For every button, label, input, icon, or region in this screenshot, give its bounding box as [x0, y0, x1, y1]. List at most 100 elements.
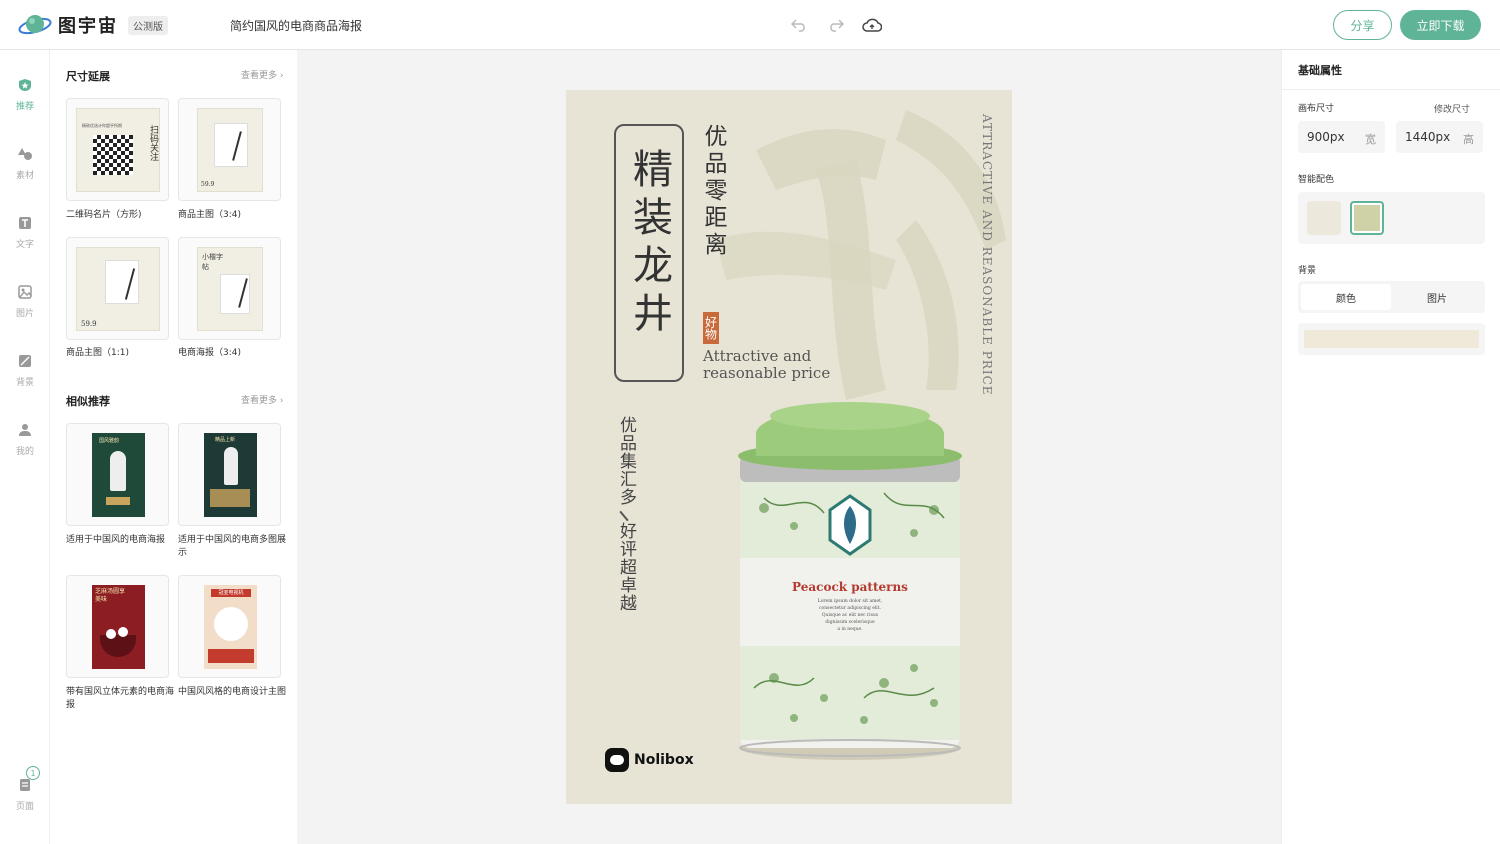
product-image [210, 489, 250, 507]
similar-thumb-4[interactable]: 冠亚电视机 [178, 575, 281, 678]
tea-can-image[interactable]: Peacock patterns Lorem ipsum dolor sit a… [734, 398, 966, 764]
product-image [106, 497, 130, 505]
document-title[interactable]: 简约国风的电商商品海报 [230, 17, 362, 34]
properties-panel: 基础属性 画布尺寸 修改尺寸 900px 宽 1440px 高 智能配色 背景 … [1281, 50, 1500, 844]
star-shield-icon [16, 76, 34, 94]
rail-item-pages[interactable]: 1 页面 [0, 766, 50, 820]
brand-name: Nolibox [634, 752, 694, 768]
size-thumb-caption: 电商海报（3:4) [178, 348, 241, 358]
product-image [214, 607, 248, 641]
size-thumb-product-11[interactable]: 59.9 [66, 237, 169, 340]
ball-image [118, 627, 128, 637]
similar-recommend-more-link[interactable]: 查看更多 › [241, 393, 284, 406]
nolibox-logo-icon [605, 748, 629, 772]
shapes-icon [16, 145, 34, 163]
tab-bg-image[interactable]: 图片 [1392, 284, 1482, 310]
can-brand-text: Peacock patterns [792, 580, 908, 594]
width-field[interactable]: 900px 宽 [1298, 121, 1385, 153]
thumb-title: 国风雅韵 [99, 438, 120, 444]
text-icon [16, 214, 34, 232]
similar-thumb-caption: 适用于中国风的电商多图展示 [178, 535, 287, 558]
canvas-size-label: 画布尺寸 [1298, 104, 1335, 114]
thumb-title: 小楷字帖 [202, 253, 223, 271]
similar-thumb-caption: 适用于中国风的电商海报 [66, 535, 166, 545]
redo-icon[interactable] [826, 15, 846, 35]
rail-label: 文字 [15, 240, 34, 250]
rail-item-mine[interactable]: 我的 [0, 415, 50, 465]
pages-icon: 1 [16, 766, 40, 794]
rail-item-background[interactable]: 背景 [0, 346, 50, 396]
can-lorem-text: Lorem ipsum dolor sit amet, consectetur … [734, 598, 966, 633]
logo[interactable]: 图宇宙 公测版 [18, 12, 168, 38]
size-thumb-poster-34[interactable]: 小楷字帖 [178, 237, 281, 340]
size-extension-more-link[interactable]: 查看更多 › [241, 68, 284, 81]
figure-image [224, 447, 238, 485]
smart-color-label: 智能配色 [1298, 175, 1335, 185]
can-lorem-line: consectetur adipiscing elit. [819, 606, 881, 611]
slogan-separator [619, 510, 629, 522]
size-extension-title: 尺寸延展 [66, 70, 110, 83]
thumb-price: 59.9 [81, 320, 97, 328]
english-tagline[interactable]: Attractive and reasonable price [703, 348, 830, 382]
color-swatch-1[interactable] [1307, 201, 1341, 235]
thumb-title: 芝麻汤圆享美味 [95, 588, 126, 603]
size-thumb-caption: 商品主图（1:1) [66, 348, 129, 358]
left-nav-rail: 推荐 素材 文字 图片 背景 我的 1 页面 [0, 50, 50, 844]
thumb-preview: 精品上新 [204, 433, 257, 517]
thumb-preview: 国风雅韵 [92, 433, 145, 517]
rail-item-recommend[interactable]: 推荐 [0, 70, 50, 120]
qr-code-image [93, 135, 133, 175]
smart-color-palette [1298, 192, 1485, 244]
undo-icon[interactable] [789, 15, 809, 35]
rail-label: 背景 [15, 378, 34, 388]
poster-canvas[interactable]: 精装龙井 优品零距离 好物 Attractive and reasonable … [566, 90, 1012, 804]
red-seal[interactable]: 好物 [703, 312, 719, 344]
size-thumb-product-34[interactable]: 59.9 [178, 98, 281, 201]
rail-label: 我的 [15, 447, 34, 457]
thumb-card [105, 260, 139, 304]
width-value: 900px [1307, 130, 1345, 144]
rail-label: 推荐 [15, 102, 34, 112]
rail-label: 素材 [15, 171, 34, 181]
background-color-field[interactable] [1298, 323, 1485, 355]
height-unit: 高 [1463, 133, 1474, 146]
tab-bg-color[interactable]: 颜色 [1301, 284, 1391, 310]
change-size-link[interactable]: 修改尺寸 [1434, 102, 1470, 115]
thumb-preview: 小楷字帖 [197, 247, 263, 331]
thumb-preview: 芝麻汤圆享美味 [92, 585, 145, 669]
height-field[interactable]: 1440px 高 [1396, 121, 1483, 153]
more-label: 查看更多 [241, 71, 278, 81]
app-name: 图宇宙 [58, 16, 118, 37]
main-title[interactable]: 精装龙井 [624, 148, 674, 340]
vertical-english-text[interactable]: ATTRACTIVE AND REASONABLE PRICE [980, 114, 994, 396]
similar-thumb-3[interactable]: 芝麻汤圆享美味 [66, 575, 169, 678]
slogan-1[interactable]: 优品集汇多 [616, 416, 636, 506]
slogan-2[interactable]: 好评超卓越 [616, 522, 636, 612]
similar-recommend-title: 相似推荐 [66, 395, 110, 408]
size-thumb-qrcode[interactable]: 精致优选计你超乎所期 扫码关注 [66, 98, 169, 201]
thumb-title: 冠亚电视机 [211, 589, 251, 597]
pages-count-badge: 1 [26, 766, 40, 780]
rail-item-materials[interactable]: 素材 [0, 139, 50, 189]
brand-logo[interactable]: Nolibox [605, 748, 694, 772]
download-button[interactable]: 立即下载 [1400, 10, 1481, 40]
subtitle[interactable]: 优品零距离 [700, 124, 726, 259]
rail-label: 图片 [15, 309, 34, 319]
more-label: 查看更多 [241, 396, 278, 406]
background-type-toggle: 颜色 图片 [1298, 281, 1485, 313]
rail-item-text[interactable]: 文字 [0, 208, 50, 258]
cloud-save-icon[interactable] [862, 15, 882, 35]
color-swatch-2-selected[interactable] [1350, 201, 1384, 235]
ball-image [106, 629, 116, 639]
share-button[interactable]: 分享 [1333, 10, 1392, 40]
similar-thumb-1[interactable]: 国风雅韵 [66, 423, 169, 526]
thumb-vertical-text: 扫码关注 [148, 125, 158, 161]
properties-title: 基础属性 [1298, 64, 1342, 77]
beta-badge: 公测版 [128, 15, 168, 35]
chevron-right-icon: › [279, 71, 284, 81]
bowl-image [100, 635, 136, 657]
similar-thumb-2[interactable]: 精品上新 [178, 423, 281, 526]
rail-item-image[interactable]: 图片 [0, 277, 50, 327]
divider [1282, 89, 1500, 90]
template-panel: 尺寸延展 查看更多 › 精致优选计你超乎所期 扫码关注 二维码名片（方形) 59… [50, 50, 297, 844]
